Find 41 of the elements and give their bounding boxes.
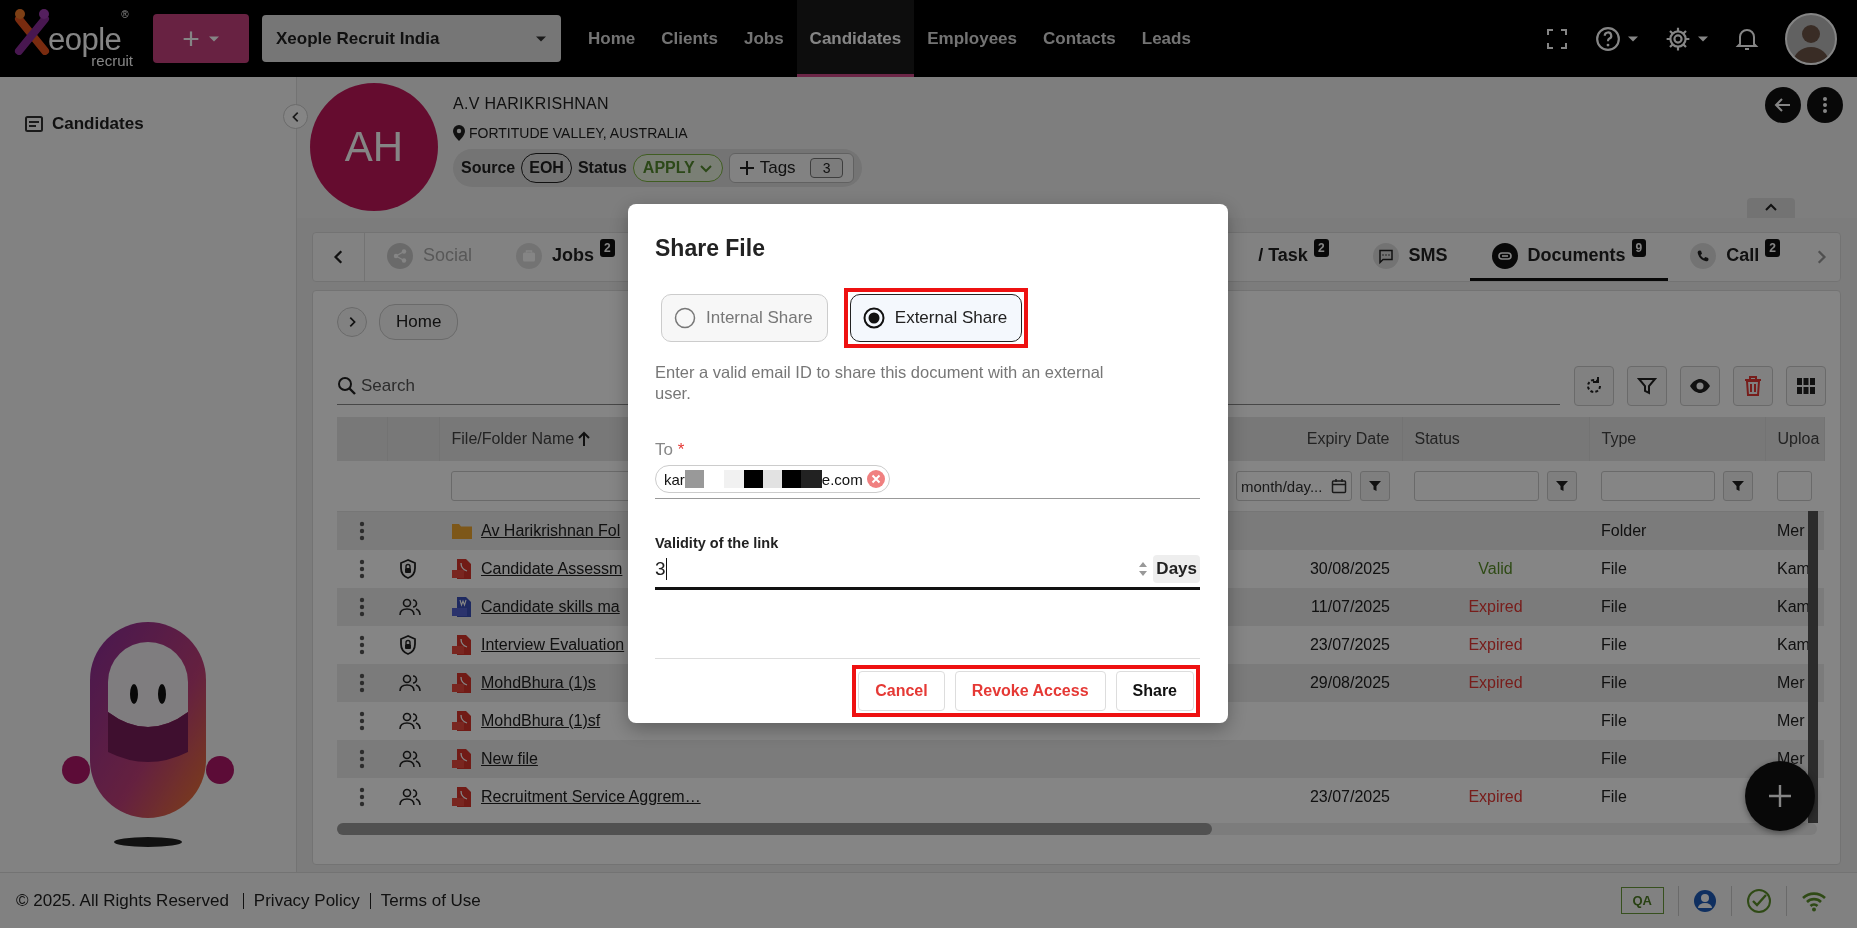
copyright-text: © 2025. All Rights Reserved	[16, 890, 229, 911]
type-text: File	[1601, 598, 1627, 615]
logo-wordmark: eople	[48, 24, 122, 55]
type-text: File	[1601, 712, 1627, 729]
unit-label: Days	[1153, 555, 1200, 583]
count-badge: 2	[1765, 238, 1780, 257]
candidate-location: FORTITUDE VALLEY, AUSTRALIA	[469, 125, 688, 141]
uploader-text: Mer	[1777, 712, 1805, 729]
avatar-initials: AH	[310, 83, 438, 211]
status-text: Expired	[1468, 788, 1523, 805]
status-label: Status	[577, 159, 627, 177]
expiry-date: 11/07/2025	[1311, 598, 1390, 615]
source-label: Source	[461, 159, 516, 177]
to-label: To *	[655, 440, 686, 460]
type-text: File	[1601, 674, 1627, 691]
candidate-name: A.V HARIKRISHNAN	[453, 95, 610, 113]
uploader-text: Mer	[1777, 674, 1805, 691]
environment-badge: QA	[1620, 887, 1664, 914]
type-text: File	[1601, 636, 1627, 653]
tag-count: 3	[809, 158, 844, 178]
type-text: File	[1601, 560, 1627, 577]
count-badge: 2	[600, 238, 615, 257]
count-badge: 9	[1631, 238, 1647, 257]
status-text: Valid	[1478, 560, 1513, 577]
expiry-date: 23/07/2025	[1309, 636, 1390, 653]
uploader-text: Mer	[1777, 522, 1805, 539]
count-badge: 2	[1313, 238, 1329, 257]
expiry-date: 23/07/2025	[1309, 788, 1390, 805]
status-text: Expired	[1468, 674, 1523, 691]
status-text: Expired	[1468, 598, 1523, 615]
type-text: File	[1601, 788, 1627, 805]
status-text: Expired	[1468, 636, 1523, 653]
dialog-title: Share File	[655, 234, 766, 263]
expiry-date: 29/08/2025	[1309, 674, 1390, 691]
type-text: Folder	[1601, 522, 1647, 539]
validity-label: Validity of the link	[655, 535, 780, 551]
hint-text: Enter a valid email ID to share this document with an external user.	[655, 362, 1105, 404]
registered-mark: ®	[121, 9, 129, 20]
type-text: File	[1601, 750, 1627, 767]
expiry-date: 30/08/2025	[1309, 560, 1390, 577]
logo-tagline: recruit	[91, 53, 133, 68]
